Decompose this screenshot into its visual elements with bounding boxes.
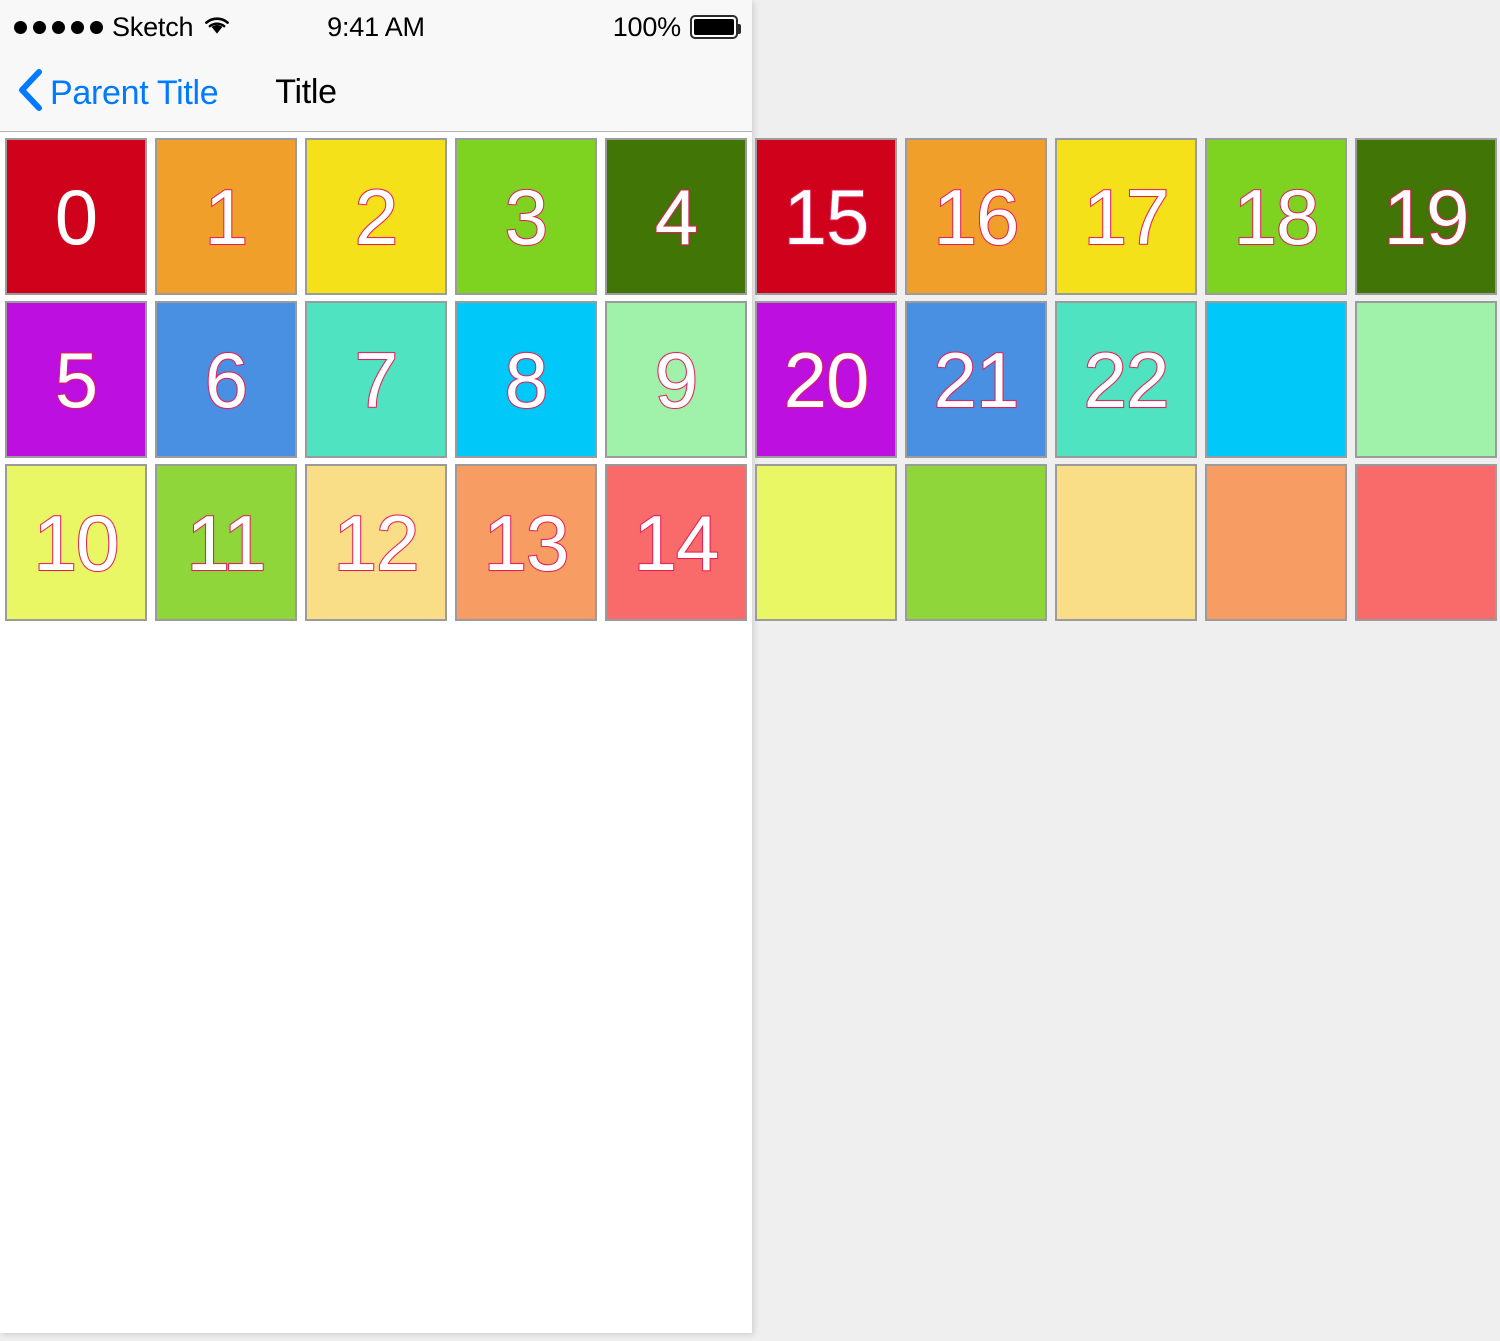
status-bar-right: 100%	[612, 0, 741, 54]
collection-cell-label: 20	[783, 335, 871, 424]
collection-cell[interactable]	[905, 464, 1047, 621]
collection-cell-label: 12	[333, 498, 421, 587]
collection-cell-label: 0	[54, 172, 98, 261]
collection-cell-label: 9	[654, 335, 699, 424]
collection-cell-label: 8	[504, 335, 549, 424]
collection-cell-label: 15	[783, 172, 871, 261]
collection-cell[interactable]: 3	[455, 138, 597, 295]
battery-percent-label: 100%	[612, 11, 681, 42]
collection-cell[interactable]: 13	[455, 464, 597, 621]
navigation-bar: Parent Title Title	[0, 54, 752, 132]
collection-cell-label: 19	[1383, 172, 1471, 261]
collection-cell[interactable]: 10	[5, 464, 147, 621]
collection-cell[interactable]: 7	[305, 301, 447, 458]
collection-cell-label: 3	[504, 172, 549, 261]
collection-cell[interactable]	[1355, 301, 1497, 458]
collection-cell[interactable]	[1205, 464, 1347, 621]
collection-cell-label: 4	[654, 172, 699, 261]
collection-cell[interactable]	[1055, 464, 1197, 621]
collection-cell[interactable]: 2	[305, 138, 447, 295]
collection-cell[interactable]: 1	[155, 138, 297, 295]
collection-cell[interactable]: 15	[755, 138, 897, 295]
collection-cell[interactable]: 16	[905, 138, 1047, 295]
collection-cell-label: 21	[933, 335, 1021, 424]
collection-cell[interactable]: 6	[155, 301, 297, 458]
collection-cell-label: 13	[483, 498, 571, 587]
canvas-background: Sketch 9:41 AM 100% Parent Title Title 0…	[0, 0, 1500, 1341]
collection-cell-label: 11	[186, 498, 268, 587]
battery-fill	[694, 19, 734, 35]
collection-cell[interactable]: 0	[5, 138, 147, 295]
collection-cell-label: 1	[204, 172, 249, 261]
collection-cell-label: 18	[1233, 172, 1321, 261]
collection-cell[interactable]	[1355, 464, 1497, 621]
collection-cell[interactable]: 9	[605, 301, 747, 458]
collection-cell-label: 7	[354, 335, 399, 424]
collection-cell[interactable]: 18	[1205, 138, 1347, 295]
collection-cell-label: 17	[1083, 172, 1171, 261]
collection-cell[interactable]: 11	[155, 464, 297, 621]
collection-view: 0 1 2 3 4 15 16 17 18 19 5 6 7 8 9 20 21 22 10 11 12 13 14	[0, 133, 1500, 625]
battery-full-icon	[690, 15, 741, 39]
collection-cell-label: 10	[33, 498, 121, 587]
collection-cell[interactable]: 4	[605, 138, 747, 295]
collection-cell-label: 22	[1083, 335, 1171, 424]
collection-cell-label: 14	[633, 498, 721, 587]
collection-cell[interactable]: 19	[1355, 138, 1497, 295]
collection-cell[interactable]: 5	[5, 301, 147, 458]
battery-nub	[737, 24, 741, 34]
collection-cell[interactable]: 8	[455, 301, 597, 458]
page-title: Title	[275, 73, 337, 111]
collection-cell[interactable]: 22	[1055, 301, 1197, 458]
collection-cell[interactable]: 21	[905, 301, 1047, 458]
collection-cell[interactable]: 17	[1055, 138, 1197, 295]
collection-cell[interactable]: 20	[755, 301, 897, 458]
collection-cell-label: 2	[354, 172, 399, 261]
collection-cell[interactable]: 14	[605, 464, 747, 621]
collection-cell[interactable]: 12	[305, 464, 447, 621]
collection-cell[interactable]	[755, 464, 897, 621]
collection-cell[interactable]	[1205, 301, 1347, 458]
collection-cell-label: 6	[204, 335, 249, 424]
collection-cell-label: 5	[54, 335, 99, 424]
status-bar: Sketch 9:41 AM 100%	[0, 0, 752, 54]
collection-cell-label: 16	[933, 172, 1021, 261]
